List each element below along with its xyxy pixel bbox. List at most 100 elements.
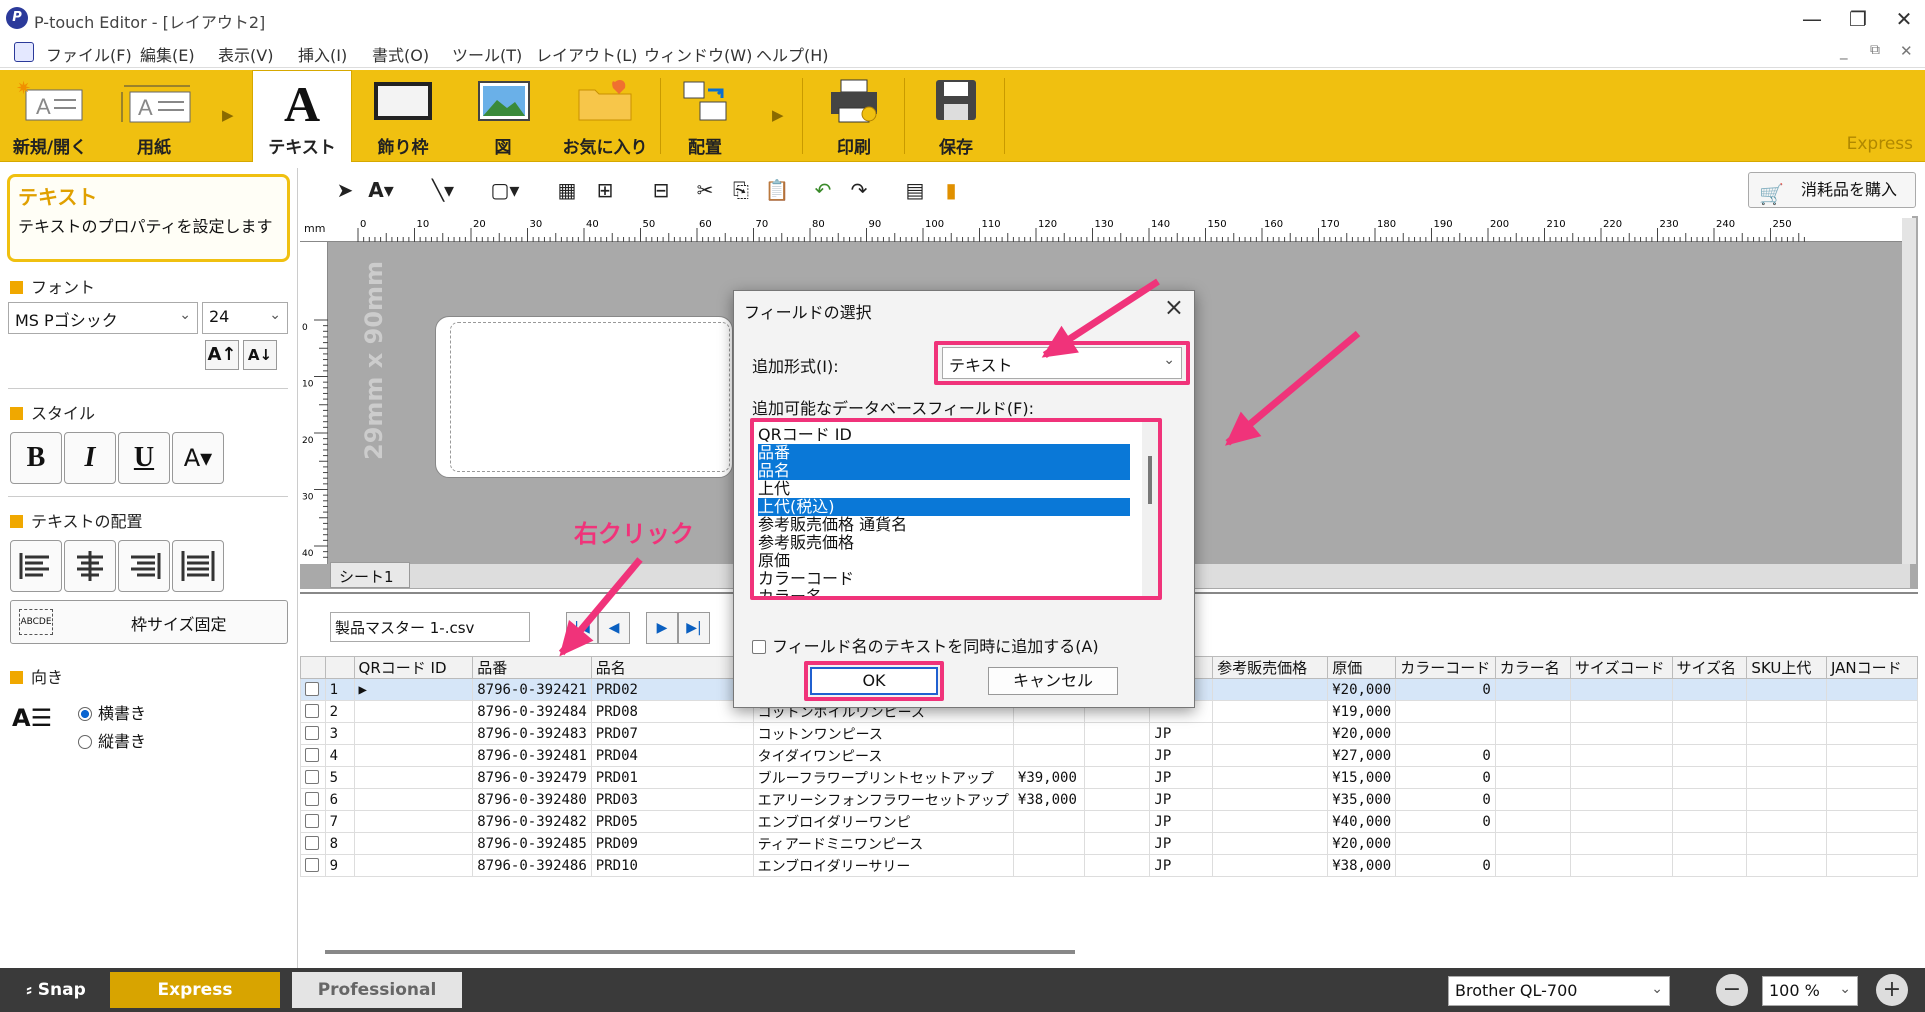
save-button[interactable]: 保存 [908,70,1004,162]
undo-icon[interactable]: ↶ [808,174,838,206]
column-header[interactable] [300,656,326,679]
mdi-close-icon[interactable]: ✕ [1900,42,1913,60]
table-tool-icon[interactable]: ▦ [552,174,582,206]
field-list-item[interactable]: 上代(税込) [758,498,1130,516]
cancel-button[interactable]: キャンセル [988,667,1118,695]
rectangle-tool-icon[interactable]: ▢▾ [490,174,520,206]
frame-button[interactable]: 飾り枠 [358,70,448,162]
field-list-item[interactable]: 品番 [758,444,1130,462]
field-list-item[interactable]: 原価 [758,552,1130,570]
font-size-select[interactable]: 24 ⌄ [202,302,288,334]
close-icon[interactable]: ✕ [1882,4,1925,34]
table-row[interactable]: 8 8796-0-392485 PRD09 ティアードミニワンピース JP ¥20,000 [300,832,1919,855]
minimize-icon[interactable]: — [1790,4,1834,34]
listbox-scroll-thumb[interactable] [1148,456,1152,504]
paper-button[interactable]: A 用紙 [108,70,200,162]
bold-button[interactable]: B [10,432,62,484]
vertical-radio[interactable]: 縦書き [78,728,146,752]
menu-edit[interactable]: 編集(E) [140,42,195,66]
table-row[interactable]: 4 8796-0-392481 PRD04 タイダイワンピース JP ¥27,000 0 [300,744,1919,767]
column-header[interactable]: 原価 [1327,656,1397,679]
field-list-item[interactable]: 上代 [758,480,1130,498]
field-list-item[interactable]: 参考販売価格 [758,534,1130,552]
buy-supplies-button[interactable]: 🛒 消耗品を購入 [1748,172,1916,208]
column-header[interactable]: SKU上代 [1746,656,1827,679]
professional-mode-button[interactable]: Professional [292,972,462,1008]
fix-frame-size-button[interactable]: ABCDE 枠サイズ固定 [10,600,288,644]
zoom-out-icon[interactable]: − [1716,974,1748,1006]
table-row[interactable]: 5 8796-0-392479 PRD01 ブルーフラワープリントセットアップ ¥39,… [300,766,1919,789]
express-mode-button[interactable]: Express [110,972,280,1008]
row-checkbox[interactable] [300,744,326,767]
database-tool-icon[interactable]: ⊟ [646,174,676,206]
underline-button[interactable]: U [118,432,170,484]
row-checkbox[interactable] [300,788,326,811]
align-justify-icon[interactable] [172,540,224,592]
font-name-select[interactable]: MS Pゴシック ⌄ [8,302,198,334]
column-header[interactable]: 参考販売価格 [1212,656,1329,679]
field-list-item[interactable]: カラーコード [758,570,1130,588]
snap-mode-button[interactable]: ⸗ Snap [6,972,106,1008]
row-checkbox[interactable] [300,678,326,701]
layout-panel-icon[interactable]: ▤ [900,174,930,206]
align-left-icon[interactable] [10,540,62,592]
fields-listbox[interactable]: QRコード ID 品番 品名 上代 上代(税込) 参考販売価格 通貨名 参考販売価格 原価 カラ… [754,422,1158,596]
column-header[interactable]: QRコード ID [353,656,474,679]
select-arrow-icon[interactable]: ➤ [330,174,360,206]
row-checkbox[interactable] [300,722,326,745]
menu-format[interactable]: 書式(O) [372,42,429,66]
column-header[interactable]: サイズコード [1569,656,1673,679]
menu-file[interactable]: ファイル(F) [46,42,132,66]
align-center-icon[interactable] [64,540,116,592]
column-header[interactable]: カラーコード [1395,656,1496,679]
column-header[interactable]: サイズ名 [1671,656,1748,679]
table-row[interactable]: 7 8796-0-392482 PRD05 エンブロイダリーワンピ JP ¥40,000 0 [300,810,1919,833]
field-list-item[interactable]: 参考販売価格 通貨名 [758,516,1130,534]
image-button[interactable]: 図 [458,70,548,162]
table-row[interactable]: 6 8796-0-392480 PRD03 エアリーシフォンフラワーセットアップ ¥38… [300,788,1919,811]
horizontal-radio[interactable]: 横書き [78,700,146,724]
dialog-close-icon[interactable]: × [1164,293,1184,321]
label-print-area[interactable] [450,322,730,472]
listbox-scrollbar[interactable] [1142,422,1158,596]
database-horizontal-scrollbar[interactable] [325,950,1075,954]
text-tool-icon[interactable]: A▾ [366,174,396,206]
row-checkbox[interactable] [300,854,326,877]
ok-button[interactable]: OK [810,667,938,695]
roll-icon[interactable]: ▮ [936,174,966,206]
table-row[interactable]: 9 8796-0-392486 PRD10 エンブロイダリーサリー JP ¥38,000 0 [300,854,1919,877]
mdi-restore-icon[interactable]: ⧉ [1870,42,1880,58]
text-effect-button[interactable]: A▾ [172,432,224,484]
row-checkbox[interactable] [300,700,326,723]
copy-icon[interactable]: ⎘ [726,174,756,206]
field-list-item[interactable]: カラー名 [758,588,1130,597]
sheet-tab[interactable]: シート1 [330,562,410,588]
redo-icon[interactable]: ↷ [844,174,874,206]
table-row[interactable]: 3 8796-0-392483 PRD07 コットンワンピース JP ¥20,000 [300,722,1919,745]
print-button[interactable]: 印刷 [806,70,902,162]
font-grow-icon[interactable]: A↑ [205,340,239,370]
restore-icon[interactable]: ❐ [1836,4,1880,34]
row-checkbox[interactable] [300,766,326,789]
menu-tools[interactable]: ツール(T) [452,42,522,66]
next-record-icon[interactable]: ▶ [646,612,678,644]
menu-help[interactable]: ヘルプ(H) [756,42,829,66]
menu-insert[interactable]: 挿入(I) [298,42,347,66]
last-record-icon[interactable]: ▶| [678,612,710,644]
arrange-button[interactable]: 配置 [664,70,746,162]
zoom-select[interactable]: 100 % ⌄ [1762,976,1858,1006]
italic-button[interactable]: I [64,432,116,484]
mdi-minimize-icon[interactable]: _ [1840,42,1848,60]
menu-window[interactable]: ウィンドウ(W) [644,42,752,66]
prev-record-icon[interactable]: ◀ [598,612,630,644]
text-button[interactable]: A テキスト [252,70,352,162]
add-field-name-checkbox[interactable]: フィールド名のテキストを同時に追加する(A) [752,633,1099,657]
printer-select[interactable]: Brother QL-700 ⌄ [1448,976,1670,1006]
align-right-icon[interactable] [118,540,170,592]
column-header[interactable] [324,656,355,679]
cut-icon[interactable]: ✂ [690,174,720,206]
column-header[interactable]: JANコード [1825,656,1919,679]
line-tool-icon[interactable]: ╲▾ [428,174,458,206]
barcode-tool-icon[interactable]: ⊞ [590,174,620,206]
menu-layout[interactable]: レイアウト(L) [536,42,637,66]
